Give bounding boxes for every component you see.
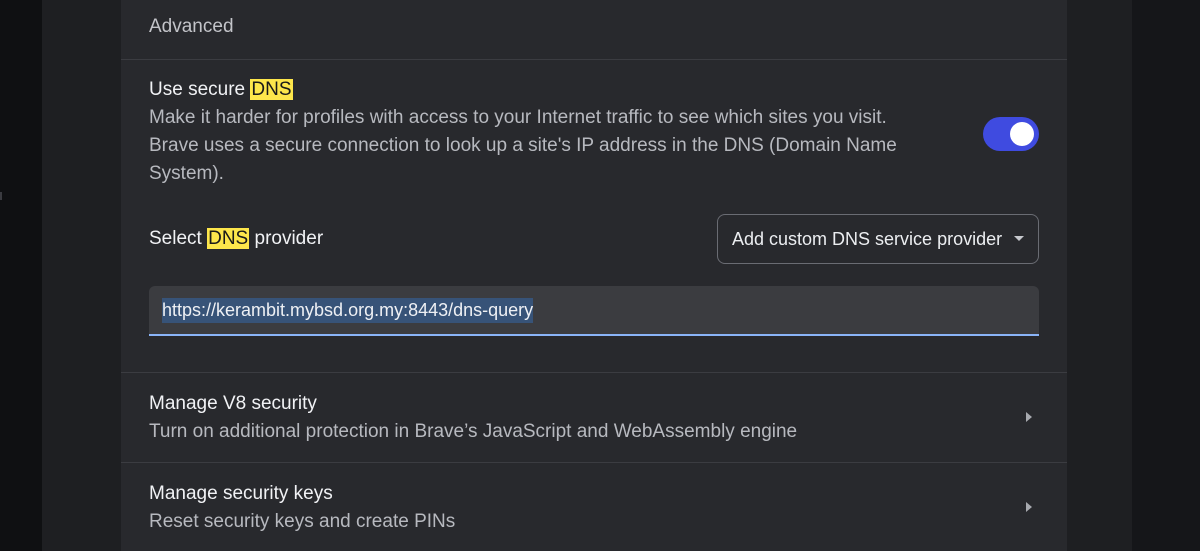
secure-dns-title: Use secure DNS xyxy=(149,79,293,101)
secure-dns-description-line3: System). xyxy=(149,163,224,184)
dns-provider-label-prefix: Select xyxy=(149,228,208,249)
dns-provider-label: Select DNS provider xyxy=(149,228,323,250)
secure-dns-description-line1: Make it harder for profiles with access … xyxy=(149,107,887,128)
settings-page: Advanced Use secure DNS Make it harder f… xyxy=(42,0,1132,551)
secure-dns-toggle[interactable] xyxy=(983,117,1039,151)
dns-provider-selected-value: Add custom DNS service provider xyxy=(732,228,1003,249)
search-highlight: DNS xyxy=(207,228,250,249)
v8-security-title: Manage V8 security xyxy=(149,393,317,414)
manage-security-keys-row[interactable] xyxy=(121,463,1067,551)
sidebar-marker xyxy=(0,192,2,200)
secure-dns-title-text: Use secure xyxy=(149,79,251,100)
secure-dns-description-line2: Brave uses a secure connection to look u… xyxy=(149,135,897,156)
security-keys-description: Reset security keys and create PINs xyxy=(149,511,456,532)
dropdown-caret-icon xyxy=(1014,236,1024,241)
toggle-knob xyxy=(1010,122,1034,146)
chevron-right-icon[interactable] xyxy=(1026,502,1032,512)
section-header: Advanced xyxy=(149,16,234,37)
v8-security-description: Turn on additional protection in Brave’s… xyxy=(149,421,798,442)
divider xyxy=(121,59,1067,60)
dns-provider-select[interactable]: Add custom DNS service provider xyxy=(717,214,1039,264)
chevron-right-icon[interactable] xyxy=(1026,412,1032,422)
custom-dns-url-input[interactable]: https://kerambit.mybsd.org.my:8443/dns-q… xyxy=(149,286,1039,336)
secure-dns-description: Make it harder for profiles with access … xyxy=(149,104,897,188)
advanced-settings-card: Advanced Use secure DNS Make it harder f… xyxy=(121,0,1067,551)
search-highlight: DNS xyxy=(250,79,293,100)
dns-provider-label-suffix: provider xyxy=(249,228,324,249)
custom-dns-url-value: https://kerambit.mybsd.org.my:8443/dns-q… xyxy=(162,297,534,323)
left-sidebar-edge xyxy=(0,0,42,551)
manage-v8-security-row[interactable] xyxy=(121,373,1067,461)
security-keys-title: Manage security keys xyxy=(149,483,333,504)
